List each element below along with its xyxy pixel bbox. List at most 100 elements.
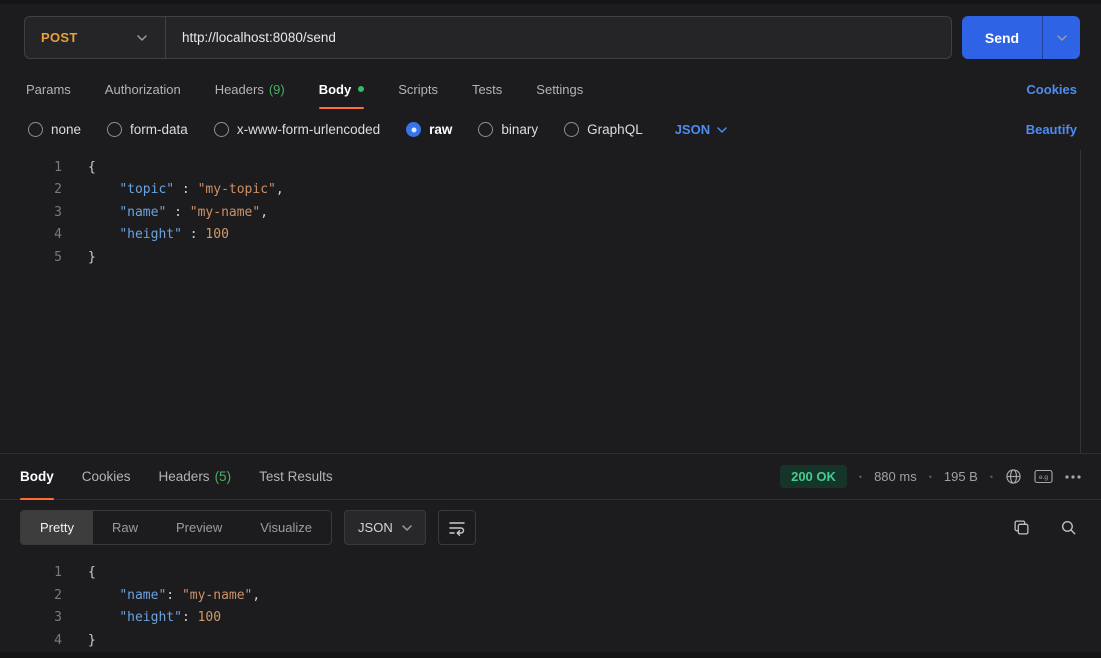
- response-body-editor[interactable]: 1{2 "name": "my-name", 3 "height": 100 4}: [0, 555, 1101, 652]
- view-visualize[interactable]: Visualize: [241, 511, 331, 544]
- body-type-form-data[interactable]: form-data: [107, 122, 188, 137]
- body-type-graphql[interactable]: GraphQL: [564, 122, 643, 137]
- method-selector[interactable]: POST: [25, 17, 165, 58]
- body-language-select[interactable]: JSON: [675, 122, 727, 137]
- tab-settings[interactable]: Settings: [536, 69, 583, 109]
- method-label: POST: [41, 30, 78, 45]
- response-time: 880 ms: [874, 469, 917, 485]
- beautify-link[interactable]: Beautify: [1026, 122, 1077, 137]
- tab-tests[interactable]: Tests: [472, 69, 502, 109]
- response-tab-body[interactable]: Body: [20, 454, 54, 501]
- cookies-link[interactable]: Cookies: [1026, 82, 1077, 97]
- svg-text:e.g: e.g: [1039, 474, 1048, 481]
- tab-label: Body: [20, 469, 54, 485]
- tab-label: Headers: [158, 469, 210, 485]
- code-line: 1{: [0, 157, 1101, 179]
- language-label: JSON: [358, 520, 393, 536]
- code-line: 2 "name": "my-name",: [0, 585, 1101, 607]
- line-number: 1: [54, 565, 62, 581]
- radio-icon: [564, 122, 580, 137]
- send-button[interactable]: Send: [962, 16, 1042, 59]
- radio-label: binary: [501, 122, 539, 137]
- request-pane: Params Authorization Headers (9) Body Sc…: [0, 69, 1101, 455]
- wrap-text-button[interactable]: [437, 510, 476, 546]
- radio-label: raw: [429, 122, 453, 137]
- code-line: 4 "height" : 100: [0, 224, 1101, 246]
- tab-label: Settings: [536, 81, 584, 97]
- send-options-button[interactable]: [1042, 16, 1080, 59]
- tab-label: Body: [318, 81, 352, 97]
- radio-label: form-data: [130, 122, 188, 137]
- save-as-example-icon[interactable]: e.g: [1034, 469, 1053, 484]
- code-text: {: [88, 160, 96, 175]
- code-text: "name": "my-name",: [119, 587, 261, 603]
- response-view-switcher: Pretty Raw Preview Visualize: [20, 510, 333, 546]
- tab-label: Test Results: [259, 469, 333, 485]
- response-tab-cookies[interactable]: Cookies: [82, 454, 131, 499]
- tab-authorization[interactable]: Authorization: [105, 69, 181, 109]
- body-indicator-dot: [358, 86, 365, 92]
- response-tab-headers[interactable]: Headers (5): [159, 454, 232, 499]
- response-toolbar-right: [1013, 519, 1077, 536]
- response-meta: 200 OK • 880 ms • 195 B • e.g: [780, 454, 1081, 499]
- view-pretty[interactable]: Pretty: [21, 511, 93, 545]
- radio-icon: [28, 122, 43, 137]
- tab-body[interactable]: Body: [318, 69, 365, 109]
- request-tabs: Params Authorization Headers (9) Body Sc…: [0, 69, 1101, 109]
- more-actions-icon[interactable]: [1065, 475, 1081, 479]
- chevron-down-icon: [401, 525, 412, 531]
- chevron-down-icon: [137, 34, 147, 41]
- status-badge[interactable]: 200 OK: [780, 465, 847, 489]
- dot-separator: •: [928, 471, 932, 482]
- language-label: JSON: [674, 122, 711, 137]
- response-size: 195 B: [943, 469, 978, 485]
- response-language-select[interactable]: JSON: [344, 510, 426, 546]
- line-number: 2: [54, 587, 62, 603]
- response-tab-test-results[interactable]: Test Results: [259, 454, 333, 499]
- search-icon[interactable]: [1060, 519, 1077, 536]
- chevron-down-icon: [717, 126, 727, 133]
- code-line: 3 "name" : "my-name",: [0, 202, 1101, 224]
- headers-count-badge: (9): [268, 81, 285, 97]
- response-tabs-row: Body Cookies Headers (5) Test Results 20…: [0, 454, 1101, 501]
- code-text: "height" : 100: [119, 227, 229, 243]
- tab-headers[interactable]: Headers (9): [215, 69, 285, 109]
- tab-label: Headers: [214, 81, 264, 97]
- dot-separator: •: [858, 471, 863, 482]
- code-text: }: [88, 249, 96, 265]
- code-text: "name" : "my-name",: [119, 204, 269, 220]
- postman-request-window: POST Send Params Au: [0, 0, 1101, 658]
- dot-separator: •: [989, 471, 993, 482]
- tab-label: Cookies: [81, 469, 131, 485]
- network-info-icon[interactable]: [1005, 468, 1022, 485]
- tab-params[interactable]: Params: [26, 69, 71, 109]
- code-text: "topic" : "my-topic",: [119, 182, 284, 198]
- line-number: 3: [54, 610, 62, 626]
- radio-icon: [213, 122, 229, 137]
- code-text: "height": 100: [119, 610, 222, 626]
- body-type-none[interactable]: none: [28, 122, 81, 137]
- request-body-editor[interactable]: 1{ 2 "topic" : "my-topic", 3 "name" : "my-…: [0, 150, 1101, 454]
- url-field-container: [165, 17, 951, 58]
- tab-label: Tests: [471, 81, 503, 97]
- line-number: 3: [54, 204, 62, 220]
- line-number: 5: [54, 249, 62, 265]
- wrap-text-icon: [448, 520, 466, 536]
- response-toolbar: Pretty Raw Preview Visualize JSON: [0, 500, 1101, 555]
- body-type-binary[interactable]: binary: [478, 122, 538, 137]
- tab-label: Params: [26, 81, 71, 97]
- line-number: 2: [54, 182, 62, 198]
- code-text: {: [88, 565, 96, 581]
- tab-scripts[interactable]: Scripts: [398, 69, 438, 109]
- tab-label: Scripts: [398, 81, 438, 97]
- view-raw[interactable]: Raw: [93, 511, 157, 544]
- radio-label: x-www-form-urlencoded: [236, 122, 381, 137]
- body-type-x-www-form-urlencoded[interactable]: x-www-form-urlencoded: [213, 122, 381, 137]
- copy-icon[interactable]: [1013, 519, 1030, 536]
- body-type-raw[interactable]: raw: [406, 122, 452, 137]
- editor-scrollbar[interactable]: [1080, 150, 1081, 454]
- url-input[interactable]: [166, 17, 951, 58]
- view-preview[interactable]: Preview: [157, 511, 241, 544]
- code-text: }: [88, 632, 96, 648]
- radio-icon: [107, 122, 123, 137]
